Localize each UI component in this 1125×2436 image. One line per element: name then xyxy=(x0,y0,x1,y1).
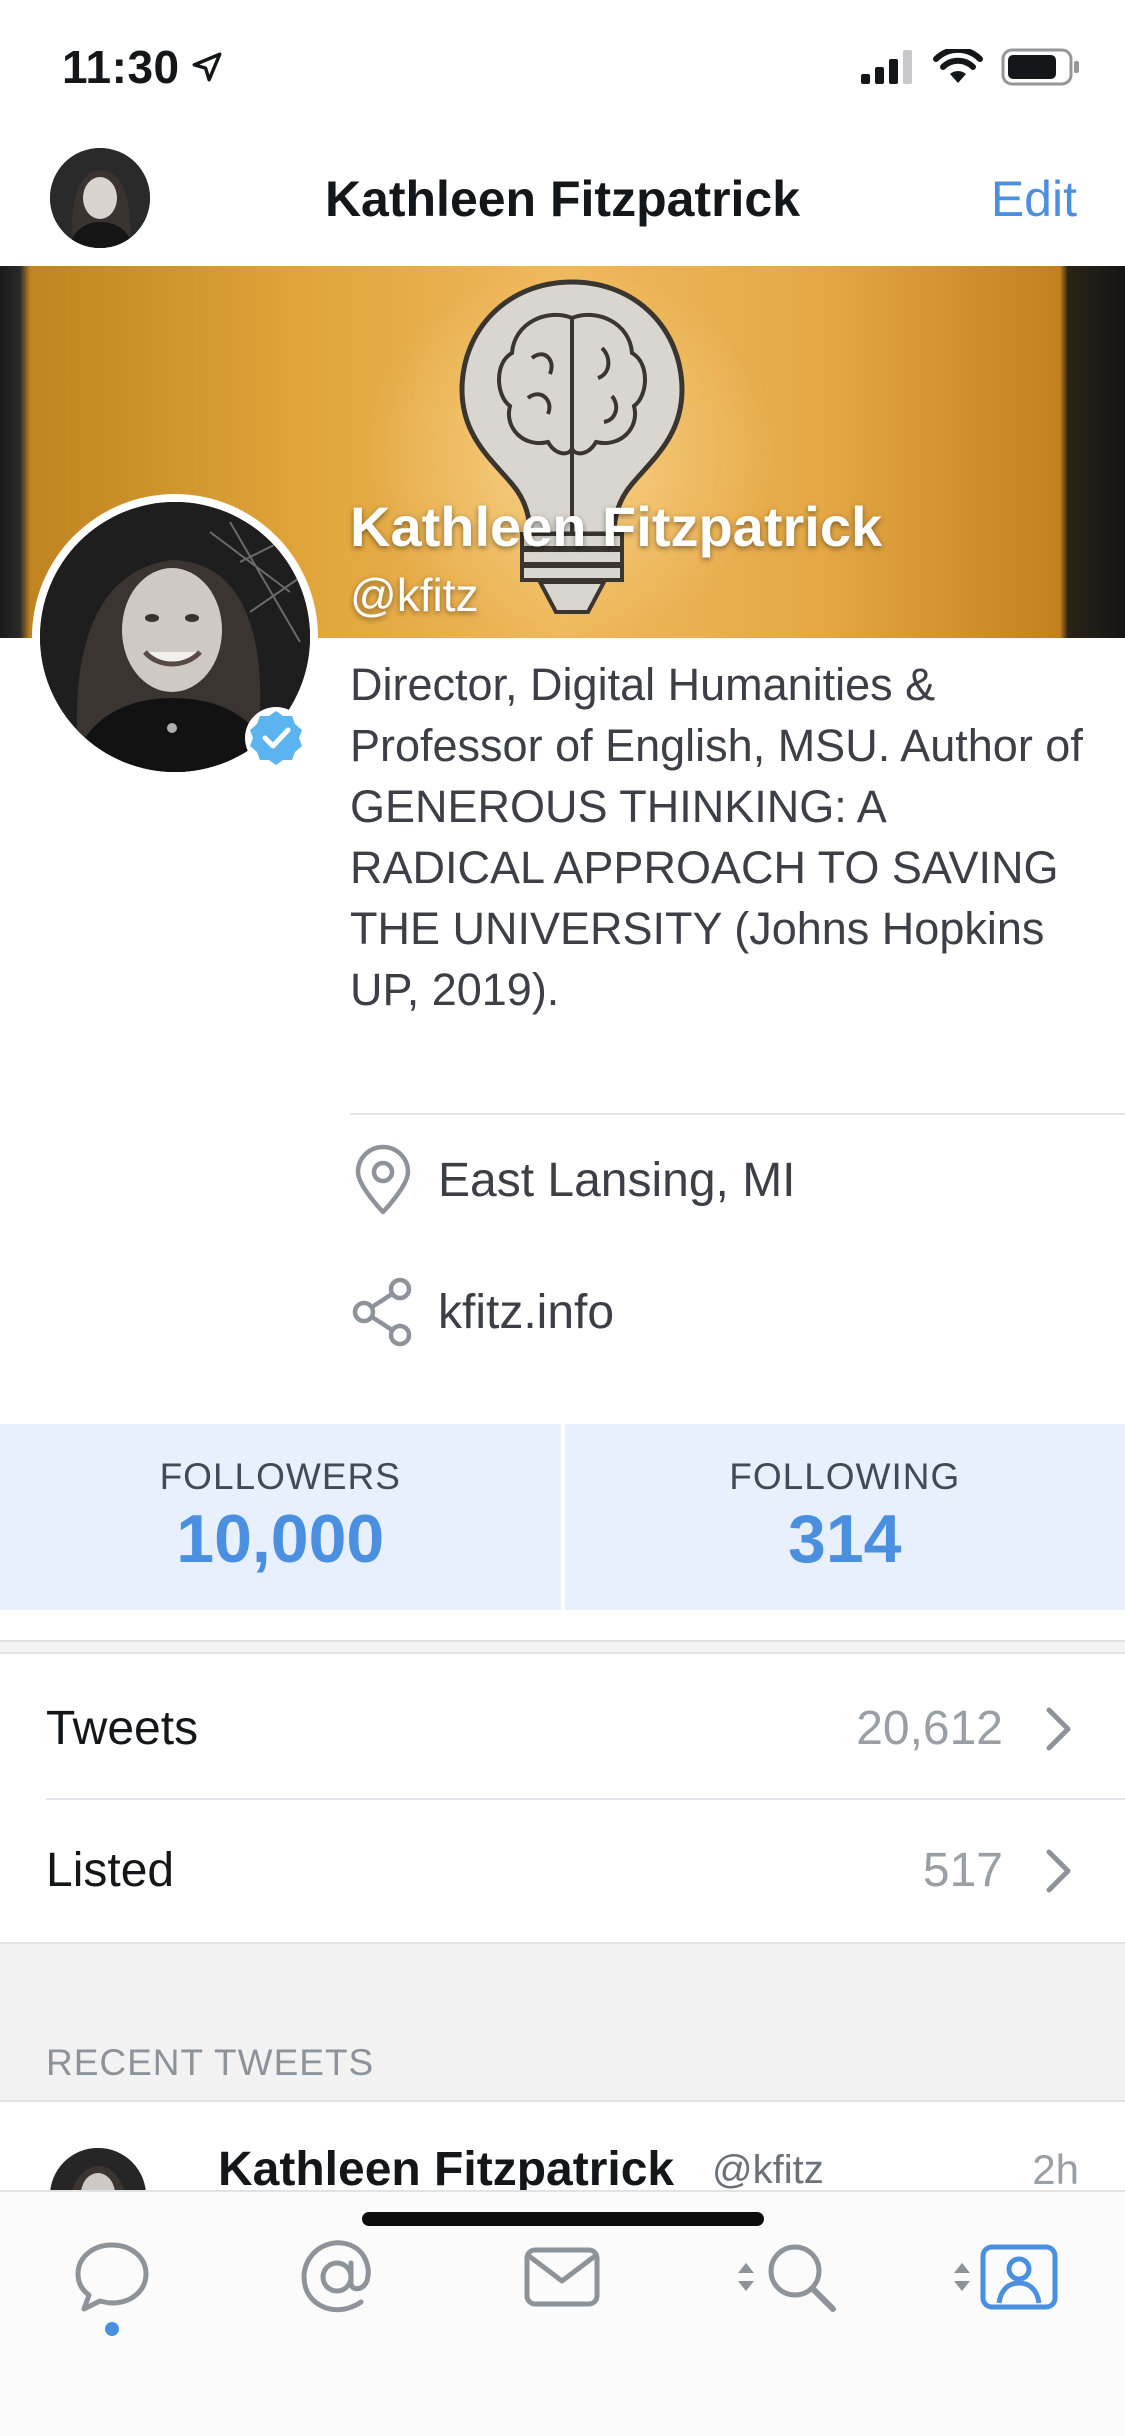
tweets-row[interactable]: Tweets 20,612 xyxy=(0,1656,1125,1800)
status-time-text: 11:30 xyxy=(62,41,180,93)
listed-label: Listed xyxy=(46,1843,175,1897)
edit-button[interactable]: Edit xyxy=(991,170,1077,228)
battery-icon xyxy=(1001,48,1079,86)
envelope-icon xyxy=(524,2247,600,2307)
location-text: East Lansing, MI xyxy=(438,1153,796,1207)
tweets-count: 20,612 xyxy=(856,1701,1003,1755)
following-label: FOLLOWING xyxy=(729,1456,961,1497)
nav-title: Kathleen Fitzpatrick xyxy=(324,171,801,227)
chevron-right-icon xyxy=(1046,1707,1071,1751)
tweet-timestamp: 2h xyxy=(1032,2146,1079,2190)
active-tab-indicator xyxy=(105,2322,119,2336)
listed-count: 517 xyxy=(922,1843,1003,1897)
swap-arrows-icon xyxy=(954,2263,970,2291)
following-stat[interactable]: FOLLOWING 314 xyxy=(564,1424,1125,1610)
tab-messages[interactable] xyxy=(507,2222,617,2332)
verified-badge-icon xyxy=(245,707,307,769)
swap-arrows-icon xyxy=(738,2263,754,2291)
followers-label: FOLLOWERS xyxy=(159,1456,401,1497)
share-link-icon xyxy=(352,1277,412,1347)
profile-handle: @kfitz xyxy=(350,569,479,621)
section-title: RECENT TWEETS xyxy=(46,2042,375,2083)
nav-bar: Kathleen Fitzpatrick Edit xyxy=(0,132,1125,266)
location-arrow-icon xyxy=(192,52,222,82)
wifi-icon xyxy=(933,49,983,83)
tab-profile[interactable] xyxy=(940,2222,1070,2332)
tab-search[interactable] xyxy=(722,2222,852,2332)
speech-bubble-icon xyxy=(75,2242,149,2312)
tab-bar xyxy=(0,2190,1125,2436)
tweets-label: Tweets xyxy=(46,1701,199,1755)
home-indicator xyxy=(362,2212,764,2226)
website-link[interactable]: kfitz.info xyxy=(438,1285,614,1340)
signal-icon xyxy=(861,50,912,84)
search-icon xyxy=(768,2244,836,2312)
location-row: East Lansing, MI xyxy=(350,1140,796,1220)
website-row[interactable]: kfitz.info xyxy=(350,1272,614,1352)
tweet-author-handle: @kfitz xyxy=(712,2148,824,2190)
profile-name: Kathleen Fitzpatrick xyxy=(350,495,883,558)
tab-mentions[interactable] xyxy=(282,2222,392,2332)
profile-icon xyxy=(980,2244,1058,2310)
following-count: 314 xyxy=(788,1501,902,1577)
status-time: 11:30 xyxy=(62,40,224,94)
listed-row[interactable]: Listed 517 xyxy=(0,1798,1125,1942)
status-icons xyxy=(861,48,1081,86)
location-pin-icon xyxy=(355,1144,411,1215)
section-divider xyxy=(0,1640,1125,1654)
stats-bar: FOLLOWERS 10,000 FOLLOWING 314 xyxy=(0,1424,1125,1610)
status-bar: 11:30 xyxy=(0,0,1125,132)
tweet-avatar[interactable] xyxy=(50,2148,146,2190)
lightbulb-brain-icon xyxy=(459,279,685,614)
followers-count: 10,000 xyxy=(176,1501,385,1577)
at-sign-icon xyxy=(301,2240,371,2313)
recent-tweets-header: RECENT TWEETS xyxy=(0,1942,1125,2102)
tweet-cell[interactable]: Kathleen Fitzpatrick @kfitz 2h xyxy=(0,2102,1125,2190)
chevron-right-icon xyxy=(1046,1849,1071,1893)
tab-timeline[interactable] xyxy=(57,2222,167,2332)
tweet-author-name: Kathleen Fitzpatrick xyxy=(218,2143,675,2190)
bio-divider xyxy=(350,1113,1125,1115)
profile-bio: Director, Digital Humanities & Professor… xyxy=(350,659,1083,1015)
followers-stat[interactable]: FOLLOWERS 10,000 xyxy=(0,1424,561,1610)
